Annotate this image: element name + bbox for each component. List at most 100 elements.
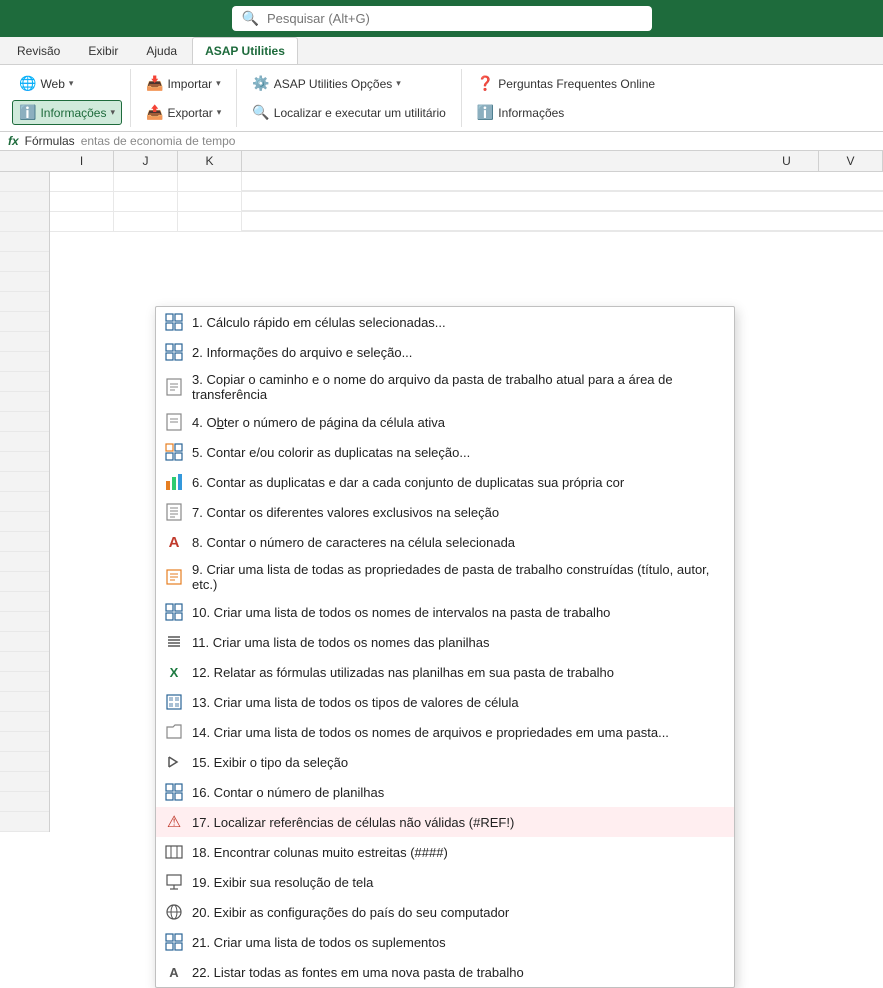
- row-13: [0, 412, 49, 432]
- menu-item-9[interactable]: 9. Criar uma lista de todas as proprieda…: [156, 557, 734, 597]
- search-input-wrap[interactable]: 🔍: [232, 6, 652, 31]
- menu-item-20[interactable]: 20. Exibir as configurações do país do s…: [156, 897, 734, 927]
- cell-k2[interactable]: [178, 192, 242, 211]
- row-27: [0, 692, 49, 712]
- localizar-button[interactable]: 🔍 Localizar e executar um utilitário: [245, 100, 453, 125]
- ribbon-group-utilities: ⚙️ ASAP Utilities Opções ▾ 🔍 Localizar e…: [241, 69, 462, 127]
- ribbon-tabs: Revisão Exibir Ajuda ASAP Utilities: [0, 37, 883, 65]
- cell-k1[interactable]: [178, 172, 242, 191]
- col-header-i: I: [50, 151, 114, 171]
- cell-i1[interactable]: [50, 172, 114, 191]
- tab-ajuda[interactable]: Ajuda: [133, 37, 190, 64]
- web-button[interactable]: 🌐 Web ▾: [12, 71, 80, 96]
- economy-label: entas de economia de tempo: [81, 134, 236, 148]
- menu-item-4[interactable]: 4. Obter o número de página da célula at…: [156, 407, 734, 437]
- menu-item-18[interactable]: 18. Encontrar colunas muito estreitas (#…: [156, 837, 734, 867]
- menu-text-4: 4. Obter o número de página da célula at…: [192, 415, 722, 430]
- menu-text-12: 12. Relatar as fórmulas utilizadas nas p…: [192, 665, 722, 680]
- web-chevron: ▾: [69, 78, 74, 89]
- faq-button[interactable]: ❓ Perguntas Frequentes Online: [470, 71, 662, 96]
- menu-item-5[interactable]: 5. Contar e/ou colorir as duplicatas na …: [156, 437, 734, 467]
- menu-text-18: 18. Encontrar colunas muito estreitas (#…: [192, 845, 722, 860]
- row-32: [0, 792, 49, 812]
- menu-item-6[interactable]: 6. Contar as duplicatas e dar a cada con…: [156, 467, 734, 497]
- info-button[interactable]: ℹ️ Informações: [470, 100, 571, 125]
- importar-chevron: ▾: [216, 78, 221, 89]
- menu-icon-22: A: [164, 962, 184, 982]
- menu-item-11[interactable]: 11. Criar uma lista de todos os nomes da…: [156, 627, 734, 657]
- menu-item-2[interactable]: 2. Informações do arquivo e seleção...: [156, 337, 734, 367]
- menu-text-11: 11. Criar uma lista de todos os nomes da…: [192, 635, 722, 650]
- menu-icon-13: [164, 692, 184, 712]
- menu-item-15[interactable]: 15. Exibir o tipo da seleção: [156, 747, 734, 777]
- menu-item-19[interactable]: 19. Exibir sua resolução de tela: [156, 867, 734, 897]
- cell-j1[interactable]: [114, 172, 178, 191]
- asap-opcoes-chevron: ▾: [396, 78, 401, 89]
- menu-item-10[interactable]: 10. Criar uma lista de todos os nomes de…: [156, 597, 734, 627]
- cell-k3[interactable]: [178, 212, 242, 231]
- tab-exibir[interactable]: Exibir: [75, 37, 131, 64]
- menu-text-6: 6. Contar as duplicatas e dar a cada con…: [192, 475, 722, 490]
- menu-item-16[interactable]: 16. Contar o número de planilhas: [156, 777, 734, 807]
- row-12: [0, 392, 49, 412]
- row-7: [0, 292, 49, 312]
- menu-text-22: 22. Listar todas as fontes em uma nova p…: [192, 965, 722, 980]
- row-20: [0, 552, 49, 572]
- menu-item-22[interactable]: A 22. Listar todas as fontes em uma nova…: [156, 957, 734, 987]
- search-input[interactable]: [267, 11, 642, 26]
- row-numbers: [0, 172, 50, 832]
- menu-icon-20: [164, 902, 184, 922]
- row-1: [0, 172, 49, 192]
- cell-i2[interactable]: [50, 192, 114, 211]
- exportar-icon: 📤: [146, 104, 163, 121]
- col-header-v: V: [819, 151, 883, 171]
- exportar-label: Exportar: [167, 106, 212, 120]
- menu-text-15: 15. Exibir o tipo da seleção: [192, 755, 722, 770]
- menu-icon-18: [164, 842, 184, 862]
- informacoes-button[interactable]: ℹ️ Informações ▾: [12, 100, 122, 125]
- menu-text-5: 5. Contar e/ou colorir as duplicatas na …: [192, 445, 722, 460]
- asap-opcoes-icon: ⚙️: [252, 75, 269, 92]
- menu-item-13[interactable]: 13. Criar uma lista de todos os tipos de…: [156, 687, 734, 717]
- cell-j2[interactable]: [114, 192, 178, 211]
- exportar-button[interactable]: 📤 Exportar ▾: [139, 100, 228, 125]
- tab-asap-utilities[interactable]: ASAP Utilities: [192, 37, 298, 64]
- row-10: [0, 352, 49, 372]
- row-14: [0, 432, 49, 452]
- row-33: [0, 812, 49, 832]
- menu-icon-3: [164, 377, 184, 397]
- menu-icon-11: [164, 632, 184, 652]
- menu-text-19: 19. Exibir sua resolução de tela: [192, 875, 722, 890]
- menu-item-3[interactable]: 3. Copiar o caminho e o nome do arquivo …: [156, 367, 734, 407]
- menu-text-10: 10. Criar uma lista de todos os nomes de…: [192, 605, 722, 620]
- search-bar: 🔍: [0, 0, 883, 37]
- menu-icon-16: [164, 782, 184, 802]
- menu-item-8[interactable]: A 8. Contar o número de caracteres na cé…: [156, 527, 734, 557]
- info2-icon: ℹ️: [477, 104, 494, 121]
- menu-text-2: 2. Informações do arquivo e seleção...: [192, 345, 722, 360]
- asap-opcoes-label: ASAP Utilities Opções: [274, 77, 393, 91]
- faq-icon: ❓: [477, 75, 494, 92]
- tab-revisao[interactable]: Revisão: [4, 37, 73, 64]
- asap-opcoes-button[interactable]: ⚙️ ASAP Utilities Opções ▾: [245, 71, 407, 96]
- menu-icon-19: [164, 872, 184, 892]
- menu-item-14[interactable]: 14. Criar uma lista de todos os nomes de…: [156, 717, 734, 747]
- menu-item-17[interactable]: ⚠ 17. Localizar referências de células n…: [156, 807, 734, 837]
- menu-text-16: 16. Contar o número de planilhas: [192, 785, 722, 800]
- menu-icon-5: [164, 442, 184, 462]
- info-label: Informações: [498, 106, 564, 120]
- menu-item-12[interactable]: X 12. Relatar as fórmulas utilizadas nas…: [156, 657, 734, 687]
- cell-i3[interactable]: [50, 212, 114, 231]
- importar-button[interactable]: 📥 Importar ▾: [139, 71, 228, 96]
- cell-j3[interactable]: [114, 212, 178, 231]
- col-header-k: K: [178, 151, 242, 171]
- row-2: [0, 192, 49, 212]
- menu-item-1[interactable]: 1. Cálculo rápido em células selecionada…: [156, 307, 734, 337]
- menu-icon-9: [164, 567, 184, 587]
- menu-icon-17: ⚠: [164, 812, 184, 832]
- menu-item-21[interactable]: 21. Criar uma lista de todos os suplemen…: [156, 927, 734, 957]
- menu-text-7: 7. Contar os diferentes valores exclusiv…: [192, 505, 722, 520]
- menu-text-9: 9. Criar uma lista de todas as proprieda…: [192, 562, 722, 592]
- row-17: [0, 492, 49, 512]
- menu-item-7[interactable]: 7. Contar os diferentes valores exclusiv…: [156, 497, 734, 527]
